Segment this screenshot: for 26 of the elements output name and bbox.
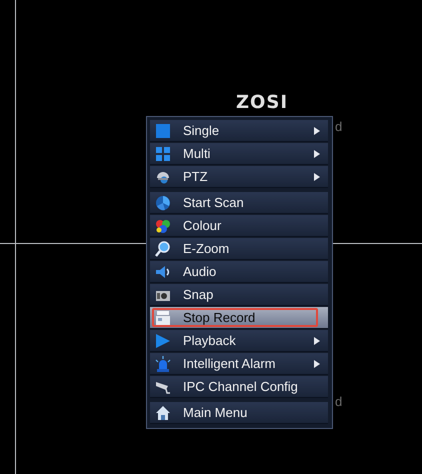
menu-item[interactable]: Multi [150, 143, 328, 165]
channel-label: d [335, 394, 342, 409]
square-icon [155, 122, 171, 138]
film-icon [155, 310, 171, 326]
menu-item[interactable]: Audio [150, 261, 328, 283]
menu-item[interactable]: E-Zoom [150, 238, 328, 260]
speaker-icon [155, 264, 171, 280]
menu-item[interactable]: Intelligent Alarm [150, 353, 328, 375]
grid-icon [155, 146, 171, 162]
scan-icon [155, 194, 171, 210]
magnifier-icon [155, 240, 171, 256]
menu-item[interactable]: Colour [150, 215, 328, 237]
menu-item[interactable]: PTZ [150, 166, 328, 188]
play-icon [155, 332, 171, 348]
menu-item[interactable]: Single [150, 120, 328, 142]
menu-item[interactable]: Start Scan [150, 192, 328, 214]
home-icon [155, 404, 171, 420]
menu-item[interactable]: IPC Channel Config [150, 376, 328, 398]
menu-item[interactable]: Main Menu [150, 402, 328, 424]
alarm-light-icon [155, 356, 171, 372]
menu-item[interactable]: Stop Record [150, 307, 328, 329]
channel-label: d [335, 119, 342, 134]
menu-item[interactable]: Playback [150, 330, 328, 352]
logo: ZOSI [236, 92, 288, 113]
menu-item[interactable]: Snap [150, 284, 328, 306]
color-wheel-icon [155, 218, 171, 234]
